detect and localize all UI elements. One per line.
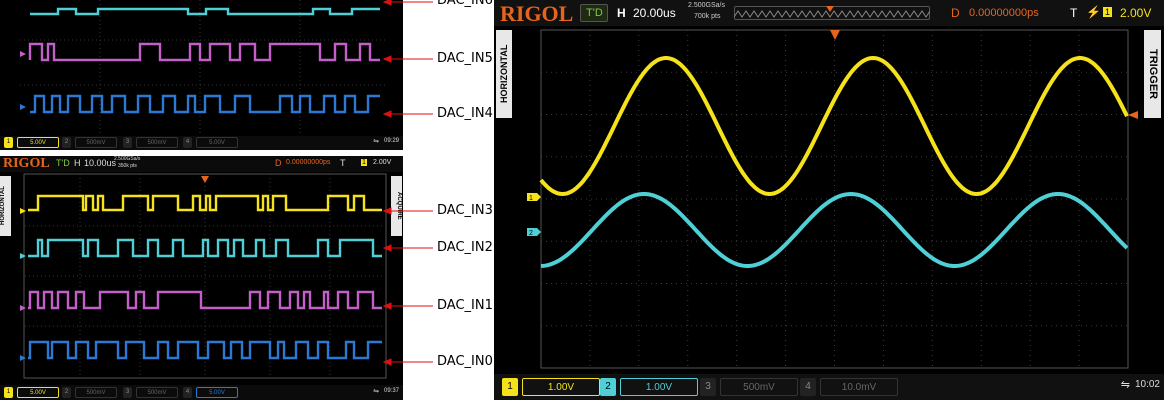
scope-3-screen: RIGOL T'D H 20.00us 2.500GSa/s 700k pts … [494, 0, 1164, 400]
scope-3-waveforms: 1 2 [527, 29, 1138, 369]
ch3-marker [20, 305, 26, 311]
channel-3-number[interactable]: 3 [123, 137, 132, 148]
scope-3-status-bar: 1 1.00V 2 1.00V 3 500mV 4 10.0mV ⇋ 10:02 [494, 374, 1164, 400]
trace-dac-in4-a [30, 94, 380, 114]
clock-time: 10:02 [1134, 379, 1160, 390]
clock-time: 09:29 [383, 138, 399, 144]
scope-2-screen: RIGOL T'D H 10.00us 2.500GSa/s 350k pts … [0, 156, 403, 400]
scope-2-status-bar: 1 5.00V 2 500mV 3 500mV 4 5.00V ⇋ 09:37 [0, 385, 403, 400]
label-dac-in3: DAC_IN3 [437, 203, 493, 218]
ch2-marker [20, 253, 26, 259]
channel-1-scale[interactable]: 5.00V [17, 137, 59, 148]
trace-dac-in3 [28, 194, 382, 212]
usb-icon: ⇋ [373, 388, 379, 395]
scope-1-waveforms [20, 0, 385, 135]
label-dac-in6: DAC_IN6 [437, 0, 493, 8]
channel-2-number[interactable]: 2 [62, 137, 71, 148]
trigger-level-marker [1128, 111, 1138, 119]
trace-dac-in5 [28, 42, 380, 62]
trigger-marker [201, 176, 209, 183]
channel-2-scale[interactable]: 500mV [75, 137, 117, 148]
channel-1-number[interactable]: 1 [502, 378, 518, 396]
channel-1-number[interactable]: 1 [4, 137, 13, 148]
channel-4-number[interactable]: 4 [800, 378, 816, 396]
trigger-marker [830, 30, 840, 40]
channel-3-scale[interactable]: 500mV [136, 387, 178, 398]
label-dac-in2: DAC_IN2 [437, 240, 493, 255]
label-dac-in0: DAC_IN0 [437, 354, 493, 369]
trace-dac-in6 [30, 7, 380, 16]
channel-4-scale[interactable]: 5.00V [196, 387, 238, 398]
channel-3-number[interactable]: 3 [700, 378, 716, 396]
channel-1-scale[interactable]: 1.00V [522, 378, 600, 396]
channel-2-number[interactable]: 2 [62, 387, 71, 398]
channel-3-scale[interactable]: 500mV [720, 378, 798, 396]
label-dac-in5: DAC_IN5 [437, 51, 493, 66]
scope-1-screen: 1 5.00V 2 500mV 3 500mV 4 5.00V ⇋ 09:29 [0, 0, 403, 150]
channel-4-number[interactable]: 4 [183, 137, 192, 148]
svg-text:1: 1 [529, 195, 533, 202]
channel-1-scale[interactable]: 5.00V [17, 387, 59, 398]
label-dac-in4: DAC_IN4 [437, 106, 493, 121]
svg-text:2: 2 [529, 230, 533, 237]
usb-icon: ⇋ [1120, 379, 1130, 391]
ch4-marker [20, 355, 26, 361]
channel-4-scale[interactable]: 10.0mV [820, 378, 898, 396]
channel-3-number[interactable]: 3 [123, 387, 132, 398]
label-dac-in1: DAC_IN1 [437, 298, 493, 313]
ch3-marker [20, 51, 26, 57]
usb-icon: ⇋ [373, 138, 379, 145]
channel-2-scale[interactable]: 500mV [75, 387, 117, 398]
scope-1-status-bar: 1 5.00V 2 500mV 3 500mV 4 5.00V ⇋ 09:29 [0, 136, 403, 150]
ch1-marker [20, 208, 26, 214]
ch4-marker [20, 104, 26, 110]
channel-4-number[interactable]: 4 [183, 387, 192, 398]
scope-2-waveforms [20, 173, 387, 379]
channel-4-scale[interactable]: 5.00V [196, 137, 238, 148]
channel-2-scale[interactable]: 1.00V [620, 378, 698, 396]
ch2-ground-marker: 2 [527, 228, 541, 237]
channel-1-number[interactable]: 1 [4, 387, 13, 398]
channel-3-scale[interactable]: 500mV [136, 137, 178, 148]
clock-time: 09:37 [383, 388, 399, 394]
channel-2-number[interactable]: 2 [600, 378, 616, 396]
ch1-ground-marker: 1 [527, 193, 541, 202]
